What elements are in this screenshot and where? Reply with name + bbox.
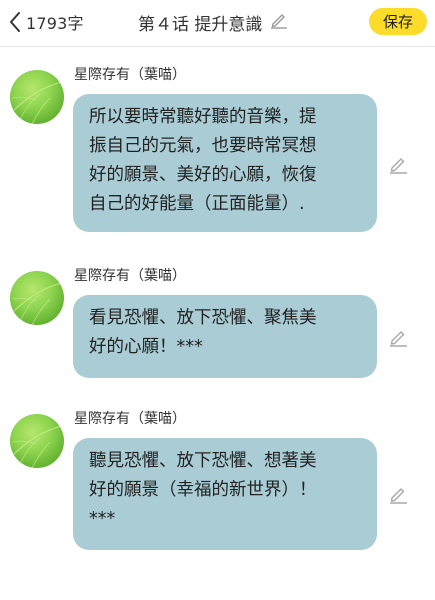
- word-count: 1793字: [26, 14, 84, 33]
- pencil-icon[interactable]: [270, 11, 288, 33]
- back-button[interactable]: 1793字: [8, 8, 84, 36]
- avatar[interactable]: [10, 271, 64, 325]
- message-bubble[interactable]: 聽見恐懼、放下恐懼、想著美 好的願景（幸福的新世界）！ ***: [73, 438, 377, 550]
- chevron-left-icon: [8, 11, 22, 33]
- chapter-title: 第４话 提升意識: [138, 14, 263, 35]
- message-bubble[interactable]: 所以要時常聽好聽的音樂，提 振自己的元氣，也要時常冥想 好的願景、美好的心願，恢…: [73, 94, 377, 232]
- sender-name: 星際存有（葉喵）: [74, 411, 186, 427]
- title-area[interactable]: 第４话 提升意識: [138, 8, 288, 36]
- pencil-icon[interactable]: [388, 327, 408, 351]
- message-bubble[interactable]: 看見恐懼、放下恐懼、聚焦美 好的心願！***: [73, 295, 377, 378]
- top-bar: 1793字 第４话 提升意識 保存: [0, 0, 435, 47]
- save-button[interactable]: 保存: [369, 8, 427, 35]
- pencil-icon[interactable]: [388, 484, 408, 508]
- avatar[interactable]: [10, 70, 64, 124]
- avatar[interactable]: [10, 414, 64, 468]
- sender-name: 星際存有（葉喵）: [74, 268, 186, 284]
- sender-name: 星際存有（葉喵）: [74, 67, 186, 83]
- pencil-icon[interactable]: [388, 154, 408, 178]
